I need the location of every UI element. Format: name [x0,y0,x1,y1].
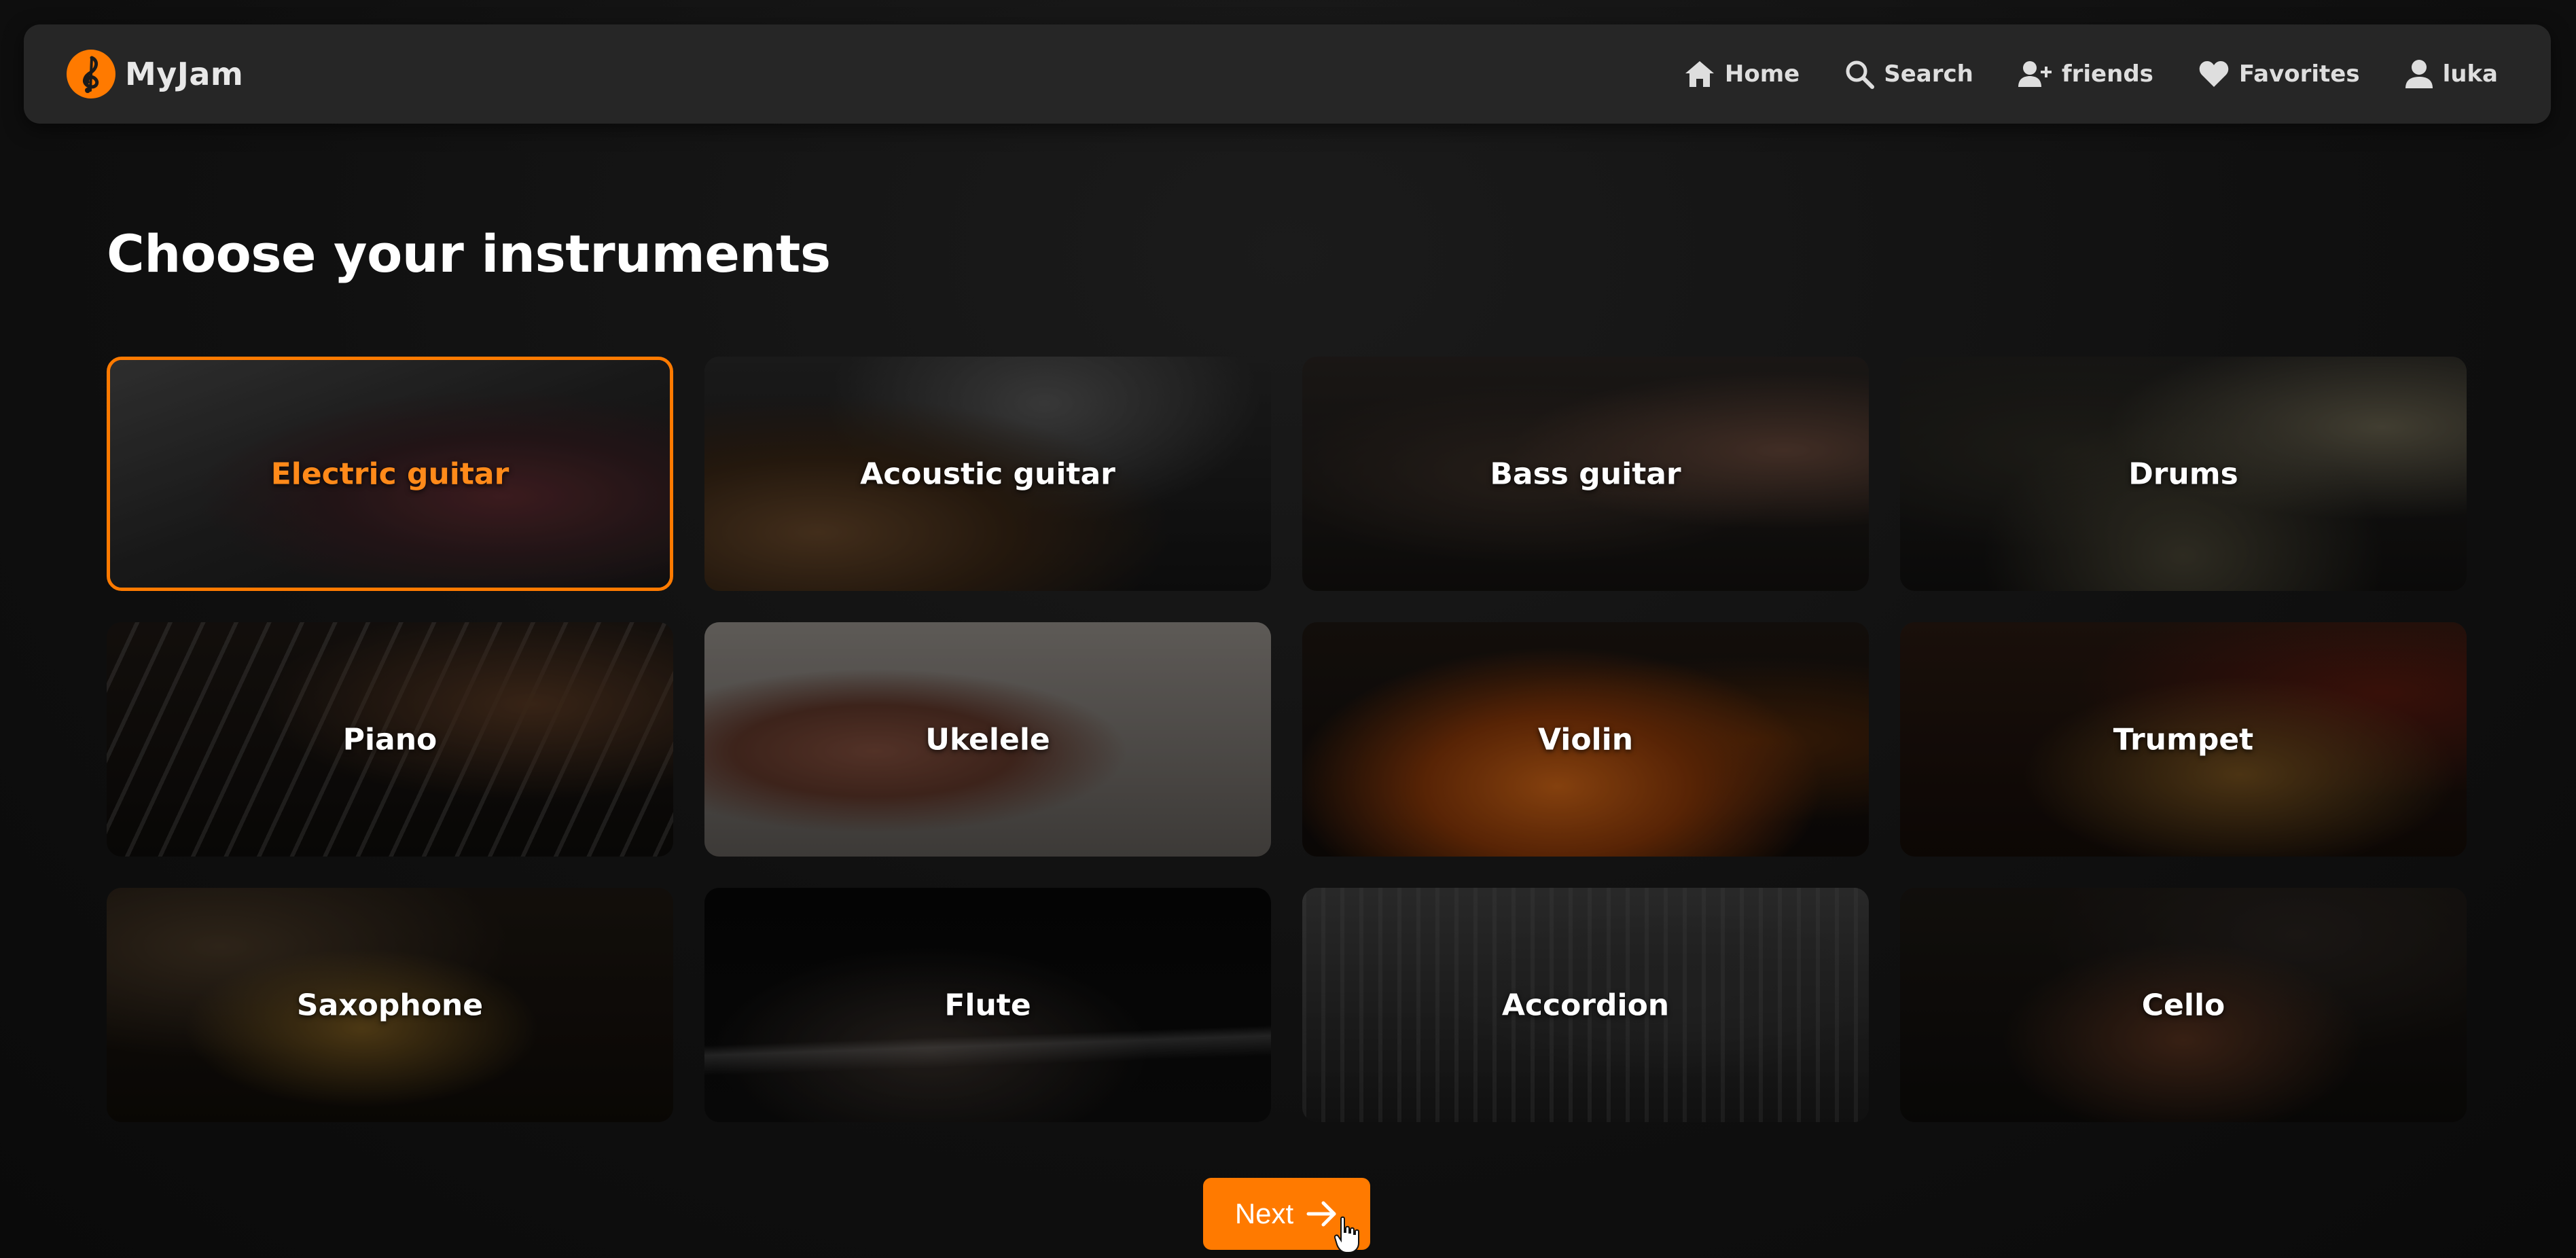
nav-item-profile[interactable]: luka [2405,59,2498,89]
instrument-label: Accordion [1501,988,1670,1022]
nav-item-friends[interactable]: friends [2018,60,2153,88]
instrument-card-accordion[interactable]: Accordion [1302,888,1869,1122]
instrument-label: Bass guitar [1490,456,1681,491]
instrument-label: Cello [2141,988,2225,1022]
instrument-card-electric-guitar[interactable]: Electric guitar [107,357,673,591]
instrument-label: Drums [2128,456,2238,491]
instrument-grid: Electric guitar Acoustic guitar Bass gui… [107,357,2468,1122]
instrument-label: Electric guitar [270,456,509,491]
home-icon [1685,61,1714,87]
brand[interactable]: MyJam [67,50,243,98]
instrument-label: Violin [1537,722,1634,757]
treble-clef-icon [67,50,115,98]
nav-label-search: Search [1884,60,1973,88]
instrument-card-acoustic-guitar[interactable]: Acoustic guitar [704,357,1271,591]
nav-label-favorites: Favorites [2238,60,2360,88]
page-title: Choose your instruments [107,223,831,284]
heart-icon [2199,61,2229,87]
hand-cursor-icon [1334,1216,1359,1253]
instrument-label: Ukelele [925,722,1050,757]
instrument-label: Piano [342,722,437,757]
instrument-label: Saxophone [296,988,484,1022]
instrument-card-cello[interactable]: Cello [1900,888,2467,1122]
nav-label-friends: friends [2061,60,2153,88]
instrument-card-flute[interactable]: Flute [704,888,1271,1122]
instrument-label: Acoustic guitar [860,456,1115,491]
nav-item-home[interactable]: Home [1684,60,1800,88]
instrument-card-bass-guitar[interactable]: Bass guitar [1302,357,1869,591]
arrow-right-icon [1306,1201,1336,1227]
top-navbar: MyJam Home Search friends Favorites luka [24,24,2551,124]
search-icon [1846,60,1875,89]
nav-item-favorites[interactable]: Favorites [2198,60,2360,88]
instrument-card-piano[interactable]: Piano [107,622,673,857]
nav-label-home: Home [1724,60,1800,88]
nav-item-search[interactable]: Search [1844,59,1973,89]
add-user-icon [2018,61,2052,87]
nav-label-profile: luka [2442,60,2498,88]
instrument-label: Trumpet [2113,722,2254,757]
instrument-label: Flute [944,988,1031,1022]
instrument-card-trumpet[interactable]: Trumpet [1900,622,2467,857]
instrument-card-violin[interactable]: Violin [1302,622,1869,857]
instrument-card-saxophone[interactable]: Saxophone [107,888,673,1122]
nav-menu: Home Search friends Favorites luka [1639,24,2498,124]
instrument-card-ukelele[interactable]: Ukelele [704,622,1271,857]
next-label: Next [1234,1198,1294,1229]
instrument-card-drums[interactable]: Drums [1900,357,2467,591]
brand-name: MyJam [125,56,244,92]
user-icon [2405,60,2433,88]
